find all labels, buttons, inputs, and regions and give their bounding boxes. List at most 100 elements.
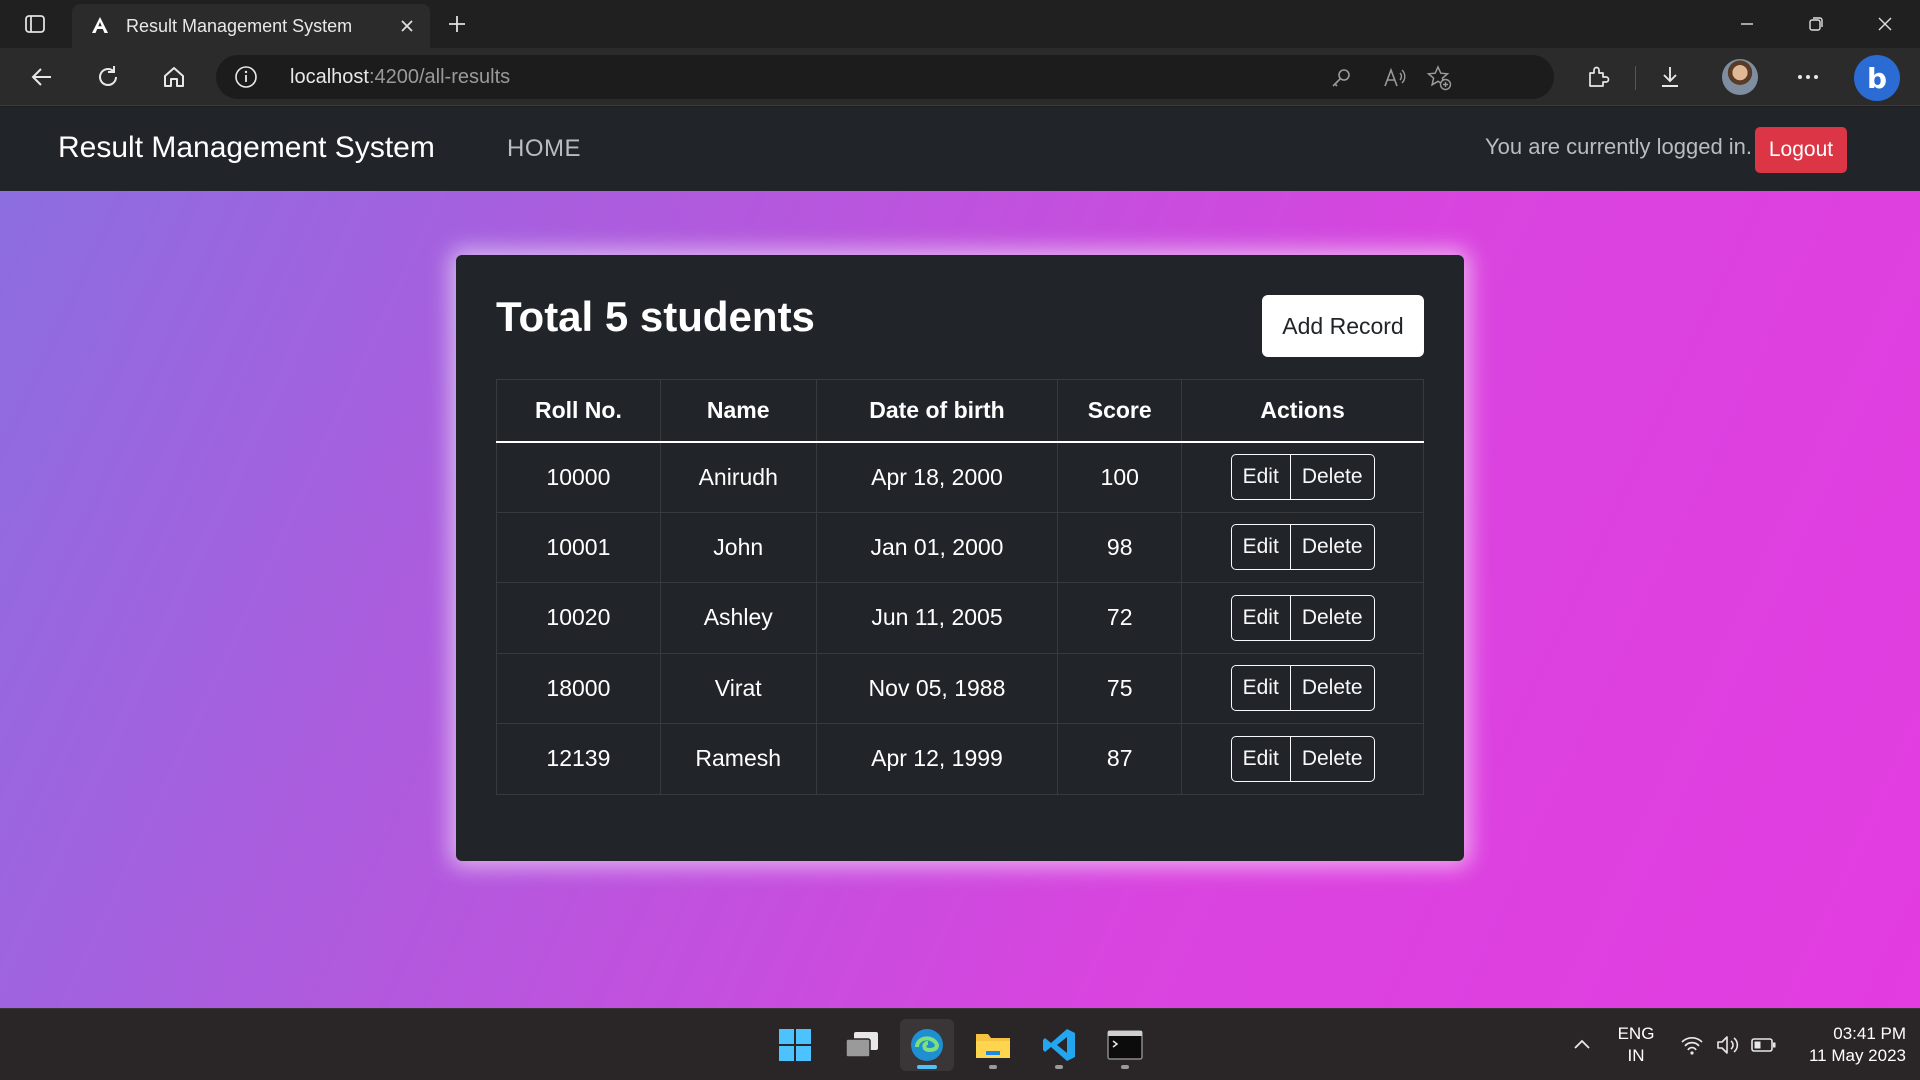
table-row: 10000 Anirudh Apr 18, 2000 100 Edit Delet… — [496, 441, 1424, 513]
table-row: 10001 John Jan 01, 2000 98 Edit Delete — [496, 511, 1424, 583]
wifi-icon[interactable] — [1678, 1031, 1706, 1059]
cell-name: Anirudh — [659, 441, 817, 513]
cell-score: 75 — [1057, 652, 1183, 724]
new-tab-icon[interactable] — [442, 10, 472, 38]
running-indicator — [1055, 1065, 1063, 1069]
cell-actions: Edit Delete — [1181, 441, 1424, 513]
restore-icon[interactable] — [1796, 8, 1836, 40]
cell-dob: Jan 01, 2000 — [815, 511, 1059, 583]
running-indicator — [1121, 1065, 1129, 1069]
volume-icon[interactable] — [1714, 1031, 1742, 1059]
cell-score: 87 — [1057, 723, 1183, 795]
edit-button[interactable]: Edit — [1230, 735, 1291, 782]
cell-name: John — [659, 511, 817, 583]
delete-button[interactable]: Delete — [1290, 454, 1375, 500]
navbar-brand[interactable]: Result Management System — [58, 131, 435, 165]
read-aloud-icon[interactable] — [1382, 65, 1408, 91]
column-header-name: Name — [659, 379, 817, 443]
language-indicator[interactable]: ENG IN — [1612, 1023, 1660, 1067]
delete-button[interactable]: Delete — [1290, 524, 1375, 571]
edit-button[interactable]: Edit — [1230, 665, 1291, 712]
row-action-group: Edit Delete — [1230, 594, 1375, 641]
extensions-icon[interactable] — [1580, 59, 1616, 95]
clock-time: 03:41 PM — [1833, 1024, 1906, 1043]
delete-button[interactable]: Delete — [1290, 735, 1375, 782]
browser-tab-active[interactable]: Result Management System — [72, 4, 430, 48]
back-icon[interactable] — [24, 59, 60, 95]
site-info-icon[interactable] — [234, 65, 258, 89]
cell-roll: 10001 — [496, 511, 661, 583]
row-action-group: Edit Delete — [1230, 524, 1375, 571]
table-row: 10020 Ashley Jun 11, 2005 72 Edit Delete — [496, 582, 1424, 654]
cell-score: 72 — [1057, 582, 1183, 654]
edit-button[interactable]: Edit — [1230, 594, 1291, 641]
cell-name: Ashley — [659, 582, 817, 654]
downloads-icon[interactable] — [1652, 59, 1688, 95]
tab-actions-icon[interactable] — [20, 10, 50, 38]
browser-tab-strip: Result Management System — [0, 0, 1920, 48]
system-clock[interactable]: 03:41 PM 11 May 2023 — [1788, 1023, 1906, 1067]
cell-roll: 12139 — [496, 723, 661, 795]
column-header-score: Score — [1057, 379, 1183, 443]
web-page: Result Management System HOME You are cu… — [0, 107, 1920, 1008]
cell-actions: Edit Delete — [1181, 582, 1424, 654]
taskbar-edge-icon[interactable] — [900, 1019, 954, 1071]
start-button[interactable] — [768, 1019, 822, 1071]
profile-avatar[interactable] — [1722, 59, 1758, 95]
add-favorite-icon[interactable] — [1426, 65, 1452, 91]
row-action-group: Edit Delete — [1230, 454, 1375, 500]
bing-copilot-icon[interactable]: b — [1854, 55, 1900, 101]
address-bar[interactable]: localhost:4200/all-results — [216, 55, 1554, 99]
column-header-roll: Roll No. — [496, 379, 661, 443]
minimize-icon[interactable] — [1727, 8, 1767, 40]
add-record-button[interactable]: Add Record — [1262, 295, 1424, 357]
chevron-up-icon[interactable] — [1570, 1033, 1594, 1057]
delete-button[interactable]: Delete — [1290, 665, 1375, 712]
clock-date: 11 May 2023 — [1808, 1046, 1906, 1065]
cell-actions: Edit Delete — [1181, 511, 1424, 583]
close-window-icon[interactable] — [1865, 8, 1905, 40]
cell-dob: Nov 05, 1988 — [815, 652, 1059, 724]
column-header-dob: Date of birth — [815, 379, 1059, 443]
tab-close-icon[interactable] — [396, 15, 418, 37]
cell-name: Ramesh — [659, 723, 817, 795]
cell-roll: 10020 — [496, 582, 661, 654]
cell-dob: Jun 11, 2005 — [815, 582, 1059, 654]
taskbar-vscode-icon[interactable] — [1032, 1019, 1086, 1071]
running-indicator — [989, 1065, 997, 1069]
tab-title: Result Management System — [126, 16, 353, 36]
logout-button[interactable]: Logout — [1755, 127, 1847, 173]
refresh-icon[interactable] — [90, 59, 126, 95]
key-icon[interactable] — [1328, 65, 1354, 91]
row-action-group: Edit Delete — [1230, 665, 1375, 712]
taskbar-terminal-icon[interactable] — [1098, 1019, 1152, 1071]
region-code: IN — [1627, 1046, 1645, 1065]
column-header-actions: Actions — [1181, 379, 1424, 443]
battery-icon[interactable] — [1750, 1031, 1778, 1059]
cell-score: 98 — [1057, 511, 1183, 583]
table-header-row: Roll No. Name Date of birth Score Action… — [496, 379, 1424, 443]
browser-toolbar: localhost:4200/all-results b — [0, 48, 1920, 106]
table-row: 18000 Virat Nov 05, 1988 75 Edit Delete — [496, 652, 1424, 724]
login-status-text: You are currently logged in. — [1485, 134, 1753, 159]
delete-button[interactable]: Delete — [1290, 594, 1375, 641]
nav-home-link[interactable]: HOME — [507, 135, 581, 163]
edit-button[interactable]: Edit — [1230, 454, 1291, 500]
cell-actions: Edit Delete — [1181, 652, 1424, 724]
home-icon[interactable] — [156, 59, 192, 95]
table-row: 12139 Ramesh Apr 12, 1999 87 Edit Delete — [496, 723, 1424, 795]
url-text[interactable]: localhost:4200/all-results — [290, 66, 510, 89]
edit-button[interactable]: Edit — [1230, 524, 1291, 571]
task-view-icon[interactable] — [835, 1019, 889, 1071]
results-card: Total 5 students Add Record Roll No. Nam… — [456, 255, 1464, 861]
more-options-icon[interactable] — [1790, 59, 1826, 95]
results-table: Roll No. Name Date of birth Score Action… — [496, 379, 1424, 795]
cell-dob: Apr 18, 2000 — [815, 441, 1059, 513]
cell-roll: 10000 — [496, 441, 661, 513]
angular-logo-icon — [90, 16, 110, 36]
cell-actions: Edit Delete — [1181, 723, 1424, 795]
cell-score: 100 — [1057, 441, 1183, 513]
page-title: Total 5 students — [496, 293, 815, 340]
taskbar-file-explorer-icon[interactable] — [966, 1019, 1020, 1071]
windows-taskbar: ENG IN 03:41 PM 11 May 2023 — [0, 1008, 1920, 1080]
